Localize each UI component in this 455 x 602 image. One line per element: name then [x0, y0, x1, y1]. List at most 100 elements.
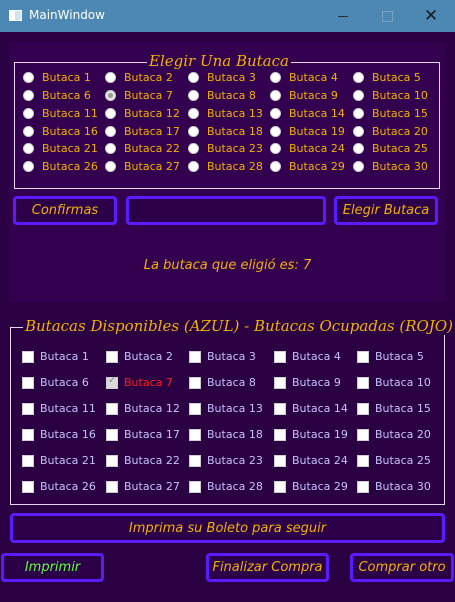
seat-radio[interactable]: Butaca 17 [105, 125, 180, 138]
choose-seat-button[interactable]: Elegir Butaca [334, 196, 438, 225]
seat-checkbox[interactable]: Butaca 5 [357, 350, 424, 363]
checkbox-box[interactable] [22, 428, 34, 441]
print-button[interactable]: Imprimir [1, 553, 104, 582]
seat-radio[interactable]: Butaca 22 [105, 142, 180, 155]
checkbox-box[interactable] [357, 480, 369, 493]
radio-circle[interactable] [23, 161, 34, 172]
seat-radio[interactable]: Butaca 29 [270, 160, 345, 173]
checkbox-box[interactable] [357, 350, 369, 363]
radio-circle[interactable] [270, 90, 281, 101]
radio-circle[interactable] [23, 108, 34, 119]
seat-radio[interactable]: Butaca 11 [23, 107, 98, 120]
radio-circle[interactable] [353, 90, 364, 101]
radio-circle[interactable] [188, 143, 199, 154]
seat-radio[interactable]: Butaca 26 [23, 160, 98, 173]
title-bar[interactable]: MainWindow ✕ [0, 0, 455, 32]
seat-checkbox[interactable]: Butaca 14 [274, 402, 348, 415]
seat-checkbox[interactable]: Butaca 8 [189, 376, 256, 389]
checkbox-box[interactable] [106, 480, 118, 493]
seat-checkbox[interactable]: Butaca 17 [106, 428, 180, 441]
seat-radio[interactable]: Butaca 3 [188, 71, 256, 84]
seat-radio[interactable]: Butaca 24 [270, 142, 345, 155]
seat-checkbox[interactable]: Butaca 16 [22, 428, 96, 441]
seat-radio[interactable]: Butaca 18 [188, 125, 263, 138]
seat-checkbox[interactable]: Butaca 1 [22, 350, 89, 363]
checkbox-box[interactable] [274, 350, 286, 363]
radio-circle[interactable] [270, 143, 281, 154]
radio-circle[interactable] [188, 126, 199, 137]
seat-radio[interactable]: Butaca 9 [270, 89, 338, 102]
seat-radio[interactable]: Butaca 30 [353, 160, 428, 173]
radio-circle[interactable] [105, 126, 116, 137]
radio-circle[interactable] [105, 161, 116, 172]
seat-checkbox[interactable]: Butaca 25 [357, 454, 431, 467]
checkbox-box[interactable] [357, 402, 369, 415]
radio-circle[interactable] [23, 90, 34, 101]
radio-circle[interactable] [353, 126, 364, 137]
confirm-button[interactable]: Confirmas [13, 196, 117, 225]
seat-checkbox[interactable]: Butaca 29 [274, 480, 348, 493]
radio-circle[interactable] [270, 161, 281, 172]
seat-checkbox[interactable]: Butaca 30 [357, 480, 431, 493]
seat-input[interactable] [126, 196, 326, 225]
radio-circle[interactable] [353, 143, 364, 154]
seat-checkbox[interactable]: Butaca 12 [106, 402, 180, 415]
seat-radio[interactable]: Butaca 28 [188, 160, 263, 173]
seat-checkbox[interactable]: Butaca 2 [106, 350, 173, 363]
finish-purchase-button[interactable]: Finalizar Compra [206, 553, 329, 582]
seat-radio[interactable]: Butaca 13 [188, 107, 263, 120]
radio-circle[interactable] [353, 72, 364, 83]
radio-circle[interactable] [188, 108, 199, 119]
checkbox-box[interactable] [106, 402, 118, 415]
radio-circle[interactable] [105, 143, 116, 154]
seat-radio[interactable]: Butaca 8 [188, 89, 256, 102]
seat-radio[interactable]: Butaca 1 [23, 71, 91, 84]
seat-radio[interactable]: Butaca 19 [270, 125, 345, 138]
maximize-button[interactable] [365, 0, 409, 32]
checkbox-box[interactable] [274, 428, 286, 441]
checkbox-box[interactable] [106, 428, 118, 441]
seat-radio[interactable]: Butaca 2 [105, 71, 173, 84]
radio-circle[interactable] [23, 143, 34, 154]
checkbox-box[interactable] [189, 350, 201, 363]
radio-circle[interactable] [353, 108, 364, 119]
seat-checkbox[interactable]: Butaca 3 [189, 350, 256, 363]
checkbox-box[interactable] [274, 454, 286, 467]
checkbox-box[interactable] [189, 454, 201, 467]
checkbox-box[interactable] [22, 454, 34, 467]
seat-radio[interactable]: Butaca 15 [353, 107, 428, 120]
seat-radio[interactable]: Butaca 7 [105, 89, 173, 102]
seat-checkbox[interactable]: Butaca 4 [274, 350, 341, 363]
radio-circle[interactable] [23, 72, 34, 83]
seat-checkbox[interactable]: Butaca 18 [189, 428, 263, 441]
checkbox-box[interactable] [189, 376, 201, 389]
seat-checkbox[interactable]: Butaca 22 [106, 454, 180, 467]
checkbox-box[interactable] [189, 480, 201, 493]
seat-radio[interactable]: Butaca 14 [270, 107, 345, 120]
seat-checkbox[interactable]: Butaca 21 [22, 454, 96, 467]
radio-circle[interactable] [188, 72, 199, 83]
checkbox-box[interactable] [357, 454, 369, 467]
seat-radio[interactable]: Butaca 20 [353, 125, 428, 138]
checkbox-box[interactable] [189, 428, 201, 441]
radio-circle[interactable] [105, 90, 116, 101]
seat-checkbox[interactable]: Butaca 26 [22, 480, 96, 493]
checkbox-box[interactable] [357, 428, 369, 441]
radio-circle[interactable] [353, 161, 364, 172]
checkbox-box[interactable] [22, 350, 34, 363]
checkbox-box[interactable] [106, 454, 118, 467]
seat-radio[interactable]: Butaca 12 [105, 107, 180, 120]
seat-radio[interactable]: Butaca 25 [353, 142, 428, 155]
minimize-button[interactable] [321, 0, 365, 32]
checkbox-box[interactable] [189, 402, 201, 415]
radio-circle[interactable] [270, 126, 281, 137]
seat-radio[interactable]: Butaca 10 [353, 89, 428, 102]
checkbox-box[interactable] [22, 480, 34, 493]
checkbox-box[interactable] [22, 402, 34, 415]
seat-checkbox[interactable]: Butaca 6 [22, 376, 89, 389]
radio-circle[interactable] [188, 161, 199, 172]
seat-radio[interactable]: Butaca 21 [23, 142, 98, 155]
seat-radio[interactable]: Butaca 16 [23, 125, 98, 138]
buy-another-button[interactable]: Comprar otro [350, 553, 454, 582]
seat-radio[interactable]: Butaca 23 [188, 142, 263, 155]
